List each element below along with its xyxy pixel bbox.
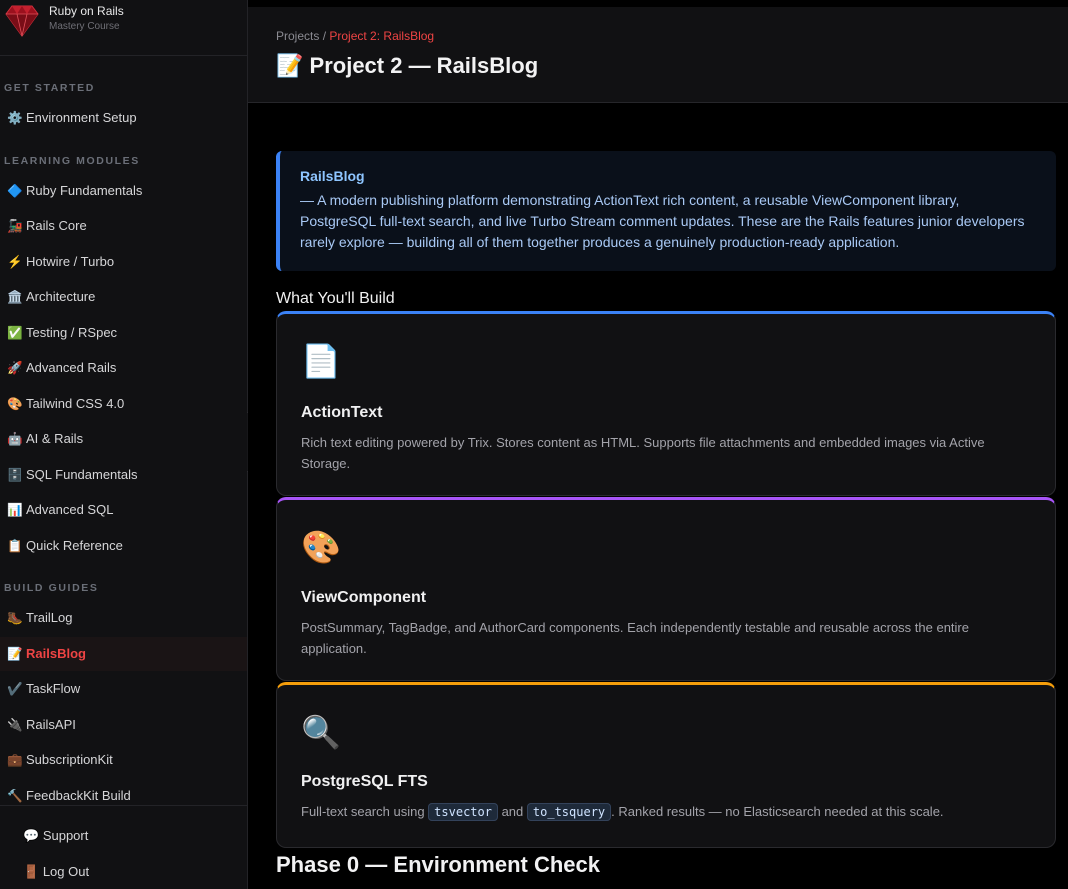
train-icon: 🚂 [7, 219, 23, 233]
brand-subtitle: Mastery Course [49, 21, 120, 32]
brand[interactable]: Ruby on Rails Mastery Course [0, 0, 247, 56]
card-title: ViewComponent [301, 589, 427, 606]
document-icon: 📄 [301, 343, 341, 379]
section-label-learning-modules: LEARNING MODULES [4, 155, 140, 167]
magnifier-icon: 🔍 [301, 714, 341, 750]
sidebar-item-quick-reference[interactable]: 📋 Quick Reference [0, 529, 247, 563]
gear-icon: ⚙️ [7, 111, 23, 125]
sidebar-item-taskflow[interactable]: ✔️ TaskFlow [0, 672, 247, 706]
sidebar-item-railsapi[interactable]: 🔌 RailsAPI [0, 708, 247, 742]
checkmark-icon: ✔️ [7, 682, 23, 696]
sidebar-item-advanced-rails[interactable]: 🚀 Advanced Rails [0, 351, 247, 385]
app-root: Ruby on Rails Mastery Course GET STARTED… [0, 0, 1068, 889]
clipboard-icon: 📋 [7, 539, 23, 553]
card-title: PostgreSQL FTS [301, 773, 428, 790]
breadcrumb-current: Project 2: RailsBlog [329, 29, 435, 43]
palette-icon: 🎨 [301, 529, 341, 565]
logout-link[interactable]: 🚪 Log Out [23, 864, 89, 880]
page-title: 📝 Project 2 — RailsBlog [276, 53, 539, 78]
palette-icon: 🎨 [7, 397, 23, 411]
feature-card-viewcomponent: 🎨 ViewComponent PostSummary, TagBadge, a… [276, 497, 1056, 681]
card-description: Full-text search using tsvector and to_t… [301, 803, 944, 821]
sidebar-item-architecture[interactable]: 🏛️ Architecture [0, 280, 247, 314]
sidebar-footer: 💬 Support 🚪 Log Out [0, 805, 247, 889]
check-icon: ✅ [7, 326, 23, 340]
plug-icon: 🔌 [7, 718, 23, 732]
page-header: Projects / Project 2: RailsBlog 📝 Projec… [248, 7, 1068, 103]
section-label-build-guides: BUILD GUIDES [4, 582, 99, 594]
diamond-icon: 🔷 [7, 184, 23, 198]
sidebar-item-hotwire-turbo[interactable]: ⚡ Hotwire / Turbo [0, 245, 247, 279]
sidebar-item-ruby-fundamentals[interactable]: 🔷 Ruby Fundamentals [0, 174, 247, 208]
sidebar-item-ai-rails[interactable]: 🤖 AI & Rails [0, 422, 247, 456]
card-description: Rich text editing powered by Trix. Store… [301, 435, 985, 471]
code-tsvector: tsvector [428, 803, 498, 821]
door-icon: 🚪 [23, 864, 40, 879]
sidebar-item-subscriptionkit[interactable]: 💼 SubscriptionKit [0, 743, 247, 777]
card-title: ActionText [301, 404, 383, 421]
briefcase-icon: 💼 [7, 753, 23, 767]
memo-icon: 📝 [276, 53, 304, 78]
feature-card-actiontext: 📄 ActionText Rich text editing powered b… [276, 311, 1056, 496]
card-description: PostSummary, TagBadge, and AuthorCard co… [301, 620, 969, 656]
callout-text: — A modern publishing platform demonstra… [300, 192, 1025, 250]
boot-icon: 🥾 [7, 611, 23, 625]
breadcrumb-projects-link[interactable]: Projects [276, 29, 319, 43]
phase-heading: Phase 0 — Environment Check [276, 852, 600, 877]
sidebar-item-traillog[interactable]: 🥾 TrailLog [0, 601, 247, 635]
support-link[interactable]: 💬 Support [23, 828, 88, 844]
sidebar-item-advanced-sql[interactable]: 📊 Advanced SQL [0, 493, 247, 527]
building-icon: 🏛️ [7, 290, 23, 304]
project-callout: RailsBlog — A modern publishing platform… [276, 151, 1056, 271]
rocket-icon: 🚀 [7, 361, 23, 375]
ruby-gem-icon [5, 5, 39, 37]
memo-icon: 📝 [7, 647, 23, 661]
sidebar-item-tailwind-css[interactable]: 🎨 Tailwind CSS 4.0 [0, 387, 247, 421]
sidebar: Ruby on Rails Mastery Course GET STARTED… [0, 0, 248, 889]
main-content: RailsBlog — A modern publishing platform… [248, 103, 1068, 889]
feature-card-postgresql-fts: 🔍 PostgreSQL FTS Full-text search using … [276, 682, 1056, 848]
file-cabinet-icon: 🗄️ [7, 468, 23, 482]
bar-chart-icon: 📊 [7, 503, 23, 517]
callout-title: RailsBlog [300, 168, 365, 184]
robot-icon: 🤖 [7, 432, 23, 446]
brand-title: Ruby on Rails [49, 4, 124, 18]
code-to-tsquery: to_tsquery [526, 803, 612, 821]
top-strip [248, 0, 1068, 7]
breadcrumb: Projects / Project 2: RailsBlog [276, 29, 435, 43]
speech-bubble-icon: 💬 [23, 828, 40, 843]
build-heading: What You'll Build [276, 290, 395, 307]
sidebar-item-railsblog[interactable]: 📝 RailsBlog [0, 637, 247, 671]
sidebar-item-sql-fundamentals[interactable]: 🗄️ SQL Fundamentals [0, 458, 247, 492]
sidebar-item-rails-core[interactable]: 🚂 Rails Core [0, 209, 247, 243]
section-label-get-started: GET STARTED [4, 82, 95, 94]
sidebar-item-environment-setup[interactable]: ⚙️ Environment Setup [0, 101, 247, 135]
lightning-icon: ⚡ [7, 255, 23, 269]
sidebar-item-testing-rspec[interactable]: ✅ Testing / RSpec [0, 316, 247, 350]
